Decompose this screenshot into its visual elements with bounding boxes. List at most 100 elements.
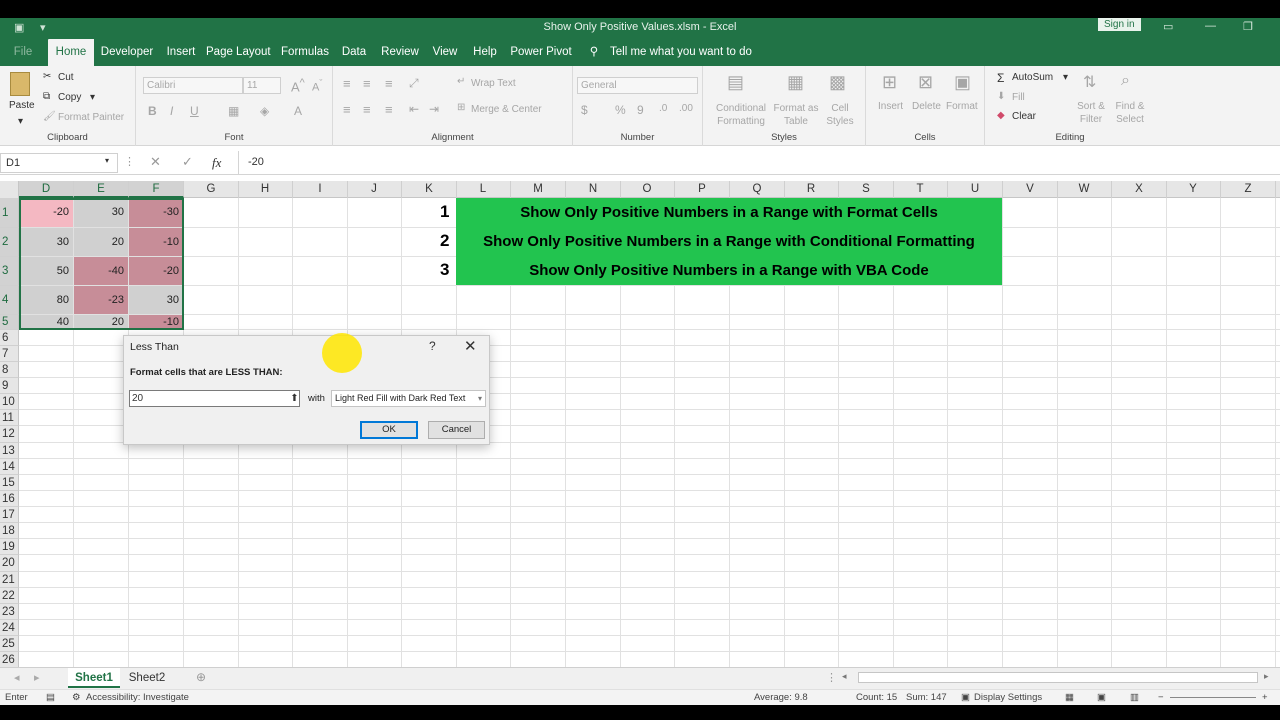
cut-button[interactable]: Cut — [58, 72, 74, 83]
cell-styles-button[interactable]: Cell Styles — [823, 102, 857, 128]
display-settings[interactable]: Display Settings — [974, 692, 1042, 703]
font-name-combo[interactable]: Calibri — [143, 77, 243, 94]
horizontal-scrollbar[interactable] — [858, 672, 1258, 683]
tab-insert[interactable]: Insert — [163, 39, 199, 66]
page-break-view-icon[interactable]: ▥ — [1130, 692, 1139, 703]
column-header-u[interactable]: U — [948, 181, 1003, 198]
macro-record-icon[interactable]: ▤ — [46, 692, 55, 703]
row-header-22[interactable]: 22 — [0, 588, 19, 604]
shrink-font-icon[interactable]: Aˇ — [312, 78, 322, 94]
accounting-icon[interactable]: $ — [581, 103, 588, 117]
column-header-w[interactable]: W — [1057, 181, 1112, 198]
fill-button[interactable]: Fill — [1012, 92, 1025, 103]
row-header-21[interactable]: 21 — [0, 572, 19, 588]
comma-icon[interactable]: 9 — [637, 103, 644, 117]
ribbon-display-icon[interactable]: ▭ — [1163, 20, 1173, 33]
italic-icon[interactable]: I — [170, 104, 173, 118]
tell-me-search[interactable]: Tell me what you want to do — [610, 39, 752, 66]
format-as-table-button[interactable]: Format as Table — [773, 102, 819, 128]
display-settings-icon[interactable]: ▣ — [961, 692, 970, 703]
row-header-1[interactable]: 1 — [0, 198, 19, 228]
row-header-11[interactable]: 11 — [0, 410, 19, 426]
format-painter-button[interactable]: Format Painter — [58, 112, 124, 123]
row-header-13[interactable]: 13 — [0, 443, 19, 459]
column-header-g[interactable]: G — [184, 181, 239, 198]
copy-button[interactable]: Copy — [58, 92, 81, 103]
accessibility-icon[interactable]: ⚙ — [72, 692, 81, 703]
tab-view[interactable]: View — [429, 39, 461, 66]
merge-center-button[interactable]: Merge & Center — [471, 104, 542, 115]
sheet-tab-sheet1[interactable]: Sheet1 — [68, 668, 120, 688]
tab-split-icon[interactable]: ⋮ — [826, 671, 837, 684]
zoom-in-icon[interactable]: + — [1262, 692, 1268, 703]
clear-icon[interactable]: ◆ — [997, 110, 1005, 121]
row-header-2[interactable]: 2 — [0, 228, 19, 257]
row-header-25[interactable]: 25 — [0, 636, 19, 652]
select-all-corner[interactable] — [0, 181, 19, 198]
copy-dropdown-icon[interactable]: ▾ — [90, 92, 95, 103]
tab-page-layout[interactable]: Page Layout — [206, 39, 271, 66]
format-cells-button[interactable]: Format — [946, 101, 978, 112]
paste-icon[interactable] — [10, 72, 30, 96]
column-header-y[interactable]: Y — [1166, 181, 1221, 198]
row-header-5[interactable]: 5 — [0, 315, 19, 330]
number-format-combo[interactable]: General — [577, 77, 698, 94]
clear-button[interactable]: Clear — [1012, 111, 1036, 122]
sign-in-button[interactable]: Sign in — [1098, 18, 1141, 31]
row-header-20[interactable]: 20 — [0, 555, 19, 572]
find-select-button[interactable]: Find & Select — [1111, 100, 1149, 126]
page-layout-view-icon[interactable]: ▣ — [1097, 692, 1106, 703]
copy-icon[interactable]: ⧉ — [43, 91, 50, 102]
row-header-24[interactable]: 24 — [0, 620, 19, 636]
new-sheet-icon[interactable]: ⊕ — [196, 670, 206, 684]
tab-data[interactable]: Data — [338, 39, 370, 66]
bold-icon[interactable]: B — [148, 104, 157, 118]
delete-cells-icon[interactable]: ⊠ — [918, 72, 933, 93]
font-color-icon[interactable]: A — [294, 104, 302, 118]
column-header-m[interactable]: M — [511, 181, 566, 198]
insert-cells-button[interactable]: Insert — [878, 101, 903, 112]
row-header-14[interactable]: 14 — [0, 459, 19, 475]
confirm-entry-icon[interactable]: ✓ — [182, 154, 193, 170]
cancel-entry-icon[interactable]: ✕ — [150, 154, 161, 170]
align-left-icon[interactable]: ≡ — [343, 102, 351, 117]
top-align-icon[interactable]: ≡ — [343, 76, 351, 91]
row-header-18[interactable]: 18 — [0, 523, 19, 539]
delete-cells-button[interactable]: Delete — [912, 101, 941, 112]
borders-icon[interactable]: ▦ — [228, 104, 239, 118]
row-header-15[interactable]: 15 — [0, 475, 19, 491]
paste-dropdown-icon[interactable]: ▾ — [18, 116, 23, 127]
wrap-text-button[interactable]: Wrap Text — [471, 78, 516, 89]
scroll-left-icon[interactable]: ◂ — [14, 671, 20, 684]
row-header-19[interactable]: 19 — [0, 539, 19, 555]
format-style-select[interactable]: Light Red Fill with Dark Red Text ▾ — [331, 390, 486, 407]
restore-icon[interactable]: ❐ — [1243, 20, 1253, 33]
tab-home[interactable]: Home — [48, 39, 94, 66]
sort-filter-button[interactable]: Sort & Filter — [1073, 100, 1109, 126]
ok-button[interactable]: OK — [360, 421, 418, 439]
autosum-button[interactable]: AutoSum — [1012, 72, 1053, 83]
column-header-i[interactable]: I — [293, 181, 348, 198]
row-header-9[interactable]: 9 — [0, 378, 19, 394]
decrease-indent-icon[interactable]: ⇤ — [409, 102, 419, 116]
insert-cells-icon[interactable]: ⊞ — [882, 72, 897, 93]
zoom-out-icon[interactable]: − — [1158, 692, 1164, 703]
row-header-8[interactable]: 8 — [0, 362, 19, 378]
row-header-7[interactable]: 7 — [0, 346, 19, 362]
cell-styles-icon[interactable]: ▩ — [829, 72, 846, 93]
hscroll-left-icon[interactable]: ◂ — [842, 671, 847, 682]
hscroll-right-icon[interactable]: ▸ — [1264, 671, 1269, 682]
increase-indent-icon[interactable]: ⇥ — [429, 102, 439, 116]
name-box[interactable]: D1 — [0, 153, 118, 173]
fill-icon[interactable]: ⬇ — [997, 91, 1005, 102]
column-header-d[interactable]: D — [19, 181, 74, 198]
formula-input[interactable]: -20 — [248, 156, 264, 168]
middle-align-icon[interactable]: ≡ — [363, 76, 371, 91]
cancel-button[interactable]: Cancel — [428, 421, 485, 439]
row-header-23[interactable]: 23 — [0, 604, 19, 620]
increase-decimal-icon[interactable]: .0 — [659, 103, 667, 114]
align-right-icon[interactable]: ≡ — [385, 102, 393, 117]
name-box-dropdown-icon[interactable]: ▾ — [105, 156, 109, 165]
align-center-icon[interactable]: ≡ — [363, 102, 371, 117]
fill-color-icon[interactable]: ◈ — [260, 104, 269, 118]
